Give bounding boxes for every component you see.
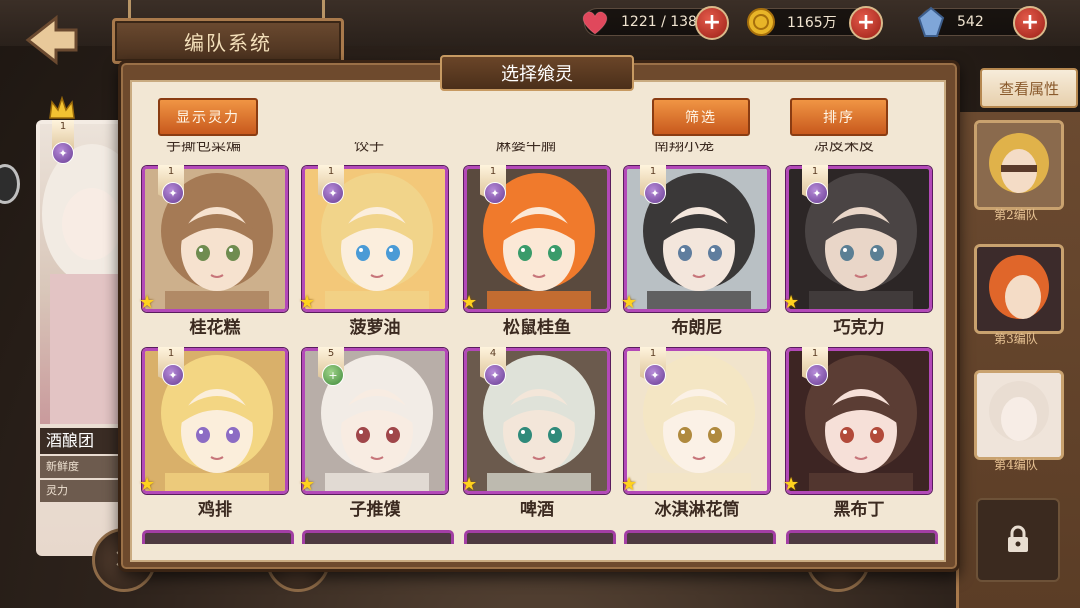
clipped-character-card[interactable] (786, 530, 938, 544)
clipped-name: 凉皮米皮 (814, 142, 875, 152)
clipped-character-card[interactable] (142, 530, 294, 544)
star-icon: ✦ (162, 364, 184, 386)
star-icon: ✦ (644, 364, 666, 386)
character-card[interactable]: 1 ✦ ★ 布朗尼 (621, 165, 770, 338)
team-label-3: 第3编队 (994, 332, 1038, 346)
clipped-name: 麻婆牛腩 (496, 142, 557, 152)
modal-title: 选择飨灵 (440, 55, 634, 91)
character-name: 啤酒 (520, 500, 554, 520)
character-grid: 手撕包菜煸 饺子 麻婆牛腩 南翔小笼 凉皮米皮 1 ✦ ★ 桂花糕 1 ✦ ★ 菠萝油 1 ✦ ★ 松… (138, 142, 942, 544)
edge-indicator-icon (0, 164, 20, 204)
show-power-button[interactable]: 显示灵力 (158, 98, 258, 136)
rope (322, 0, 325, 20)
character-name: 松鼠桂鱼 (503, 318, 571, 338)
character-name: 桂花糕 (189, 318, 241, 338)
add-crystal-button[interactable]: + (1013, 6, 1047, 40)
character-name: 鸡排 (198, 500, 232, 520)
character-card[interactable]: 1 ✦ ★ 桂花糕 (139, 165, 288, 338)
stamina-counter: 1221 / 138 + (582, 6, 729, 40)
team-slot-4[interactable] (974, 370, 1064, 460)
character-card[interactable]: 1 ✦ ★ 黑布丁 (783, 347, 932, 520)
star-icon: ★ (299, 292, 316, 313)
character-name: 菠萝油 (349, 318, 401, 338)
team-slot-2[interactable] (974, 120, 1064, 210)
character-name: 子推馍 (349, 500, 401, 520)
lock-icon (1008, 525, 1028, 552)
gold-counter: 1165万 + (747, 6, 883, 40)
page-title: 编队系统 (112, 18, 344, 64)
team-label-4: 第4编队 (994, 458, 1038, 472)
clipped-character-card[interactable] (464, 530, 616, 544)
star-icon: ✦ (484, 182, 506, 204)
character-card[interactable]: 1 ✦ ★ 鸡排 (139, 347, 288, 520)
star-icon: ✦ (806, 182, 828, 204)
crystal-gem-icon (917, 6, 945, 37)
character-name: 巧克力 (833, 318, 885, 338)
back-arrow-icon (25, 14, 78, 66)
character-name: 冰淇淋花筒 (654, 500, 740, 520)
star-icon: ★ (621, 292, 638, 313)
character-card[interactable]: 1 ✦ ★ 冰淇淋花筒 (621, 347, 770, 520)
star-icon: ★ (139, 474, 156, 495)
clipped-character-card[interactable] (624, 530, 776, 544)
add-gold-button[interactable]: + (849, 6, 883, 40)
character-card[interactable]: 1 ✦ ★ 巧克力 (783, 165, 932, 338)
team-slot-3[interactable] (974, 244, 1064, 334)
clipped-name: 饺子 (354, 142, 385, 152)
crown-icon (49, 96, 75, 119)
character-card[interactable]: 4 ✦ ★ 啤酒 (461, 347, 610, 520)
team-label-2: 第2编队 (994, 208, 1038, 222)
rope (128, 0, 131, 20)
character-name: 布朗尼 (671, 318, 723, 338)
star-icon: ★ (783, 474, 800, 495)
crystal-counter: 542 + (917, 6, 1047, 40)
star-icon: ★ (139, 292, 156, 313)
clipped-name: 手撕包菜煸 (166, 142, 242, 152)
character-card[interactable]: 5 + ★ 子推馍 (299, 347, 448, 520)
locked-team-slot[interactable] (976, 498, 1060, 582)
star-icon: ✦ (806, 364, 828, 386)
heart-icon (582, 11, 608, 35)
star-icon: ★ (461, 474, 478, 495)
plus-icon: + (322, 364, 344, 386)
gold-coin-icon (747, 8, 775, 36)
character-card[interactable]: 1 ✦ ★ 菠萝油 (299, 165, 448, 338)
star-icon: ✦ (52, 142, 74, 164)
character-card[interactable]: 1 ✦ ★ 松鼠桂鱼 (461, 165, 610, 338)
character-name: 黑布丁 (833, 500, 885, 520)
add-stamina-button[interactable]: + (695, 6, 729, 40)
star-icon: ✦ (162, 182, 184, 204)
sort-button[interactable]: 排序 (790, 98, 888, 136)
star-icon: ★ (461, 292, 478, 313)
star-icon: ★ (783, 292, 800, 313)
star-icon: ✦ (644, 182, 666, 204)
star-icon: ✦ (484, 364, 506, 386)
clipped-name: 南翔小笼 (654, 142, 715, 152)
back-button[interactable] (22, 14, 92, 70)
star-icon: ★ (299, 474, 316, 495)
star-icon: ✦ (322, 182, 344, 204)
filter-button[interactable]: 筛选 (652, 98, 750, 136)
view-attributes-button[interactable]: 查看属性 (980, 68, 1078, 108)
clipped-character-card[interactable] (302, 530, 454, 544)
star-icon: ★ (621, 474, 638, 495)
